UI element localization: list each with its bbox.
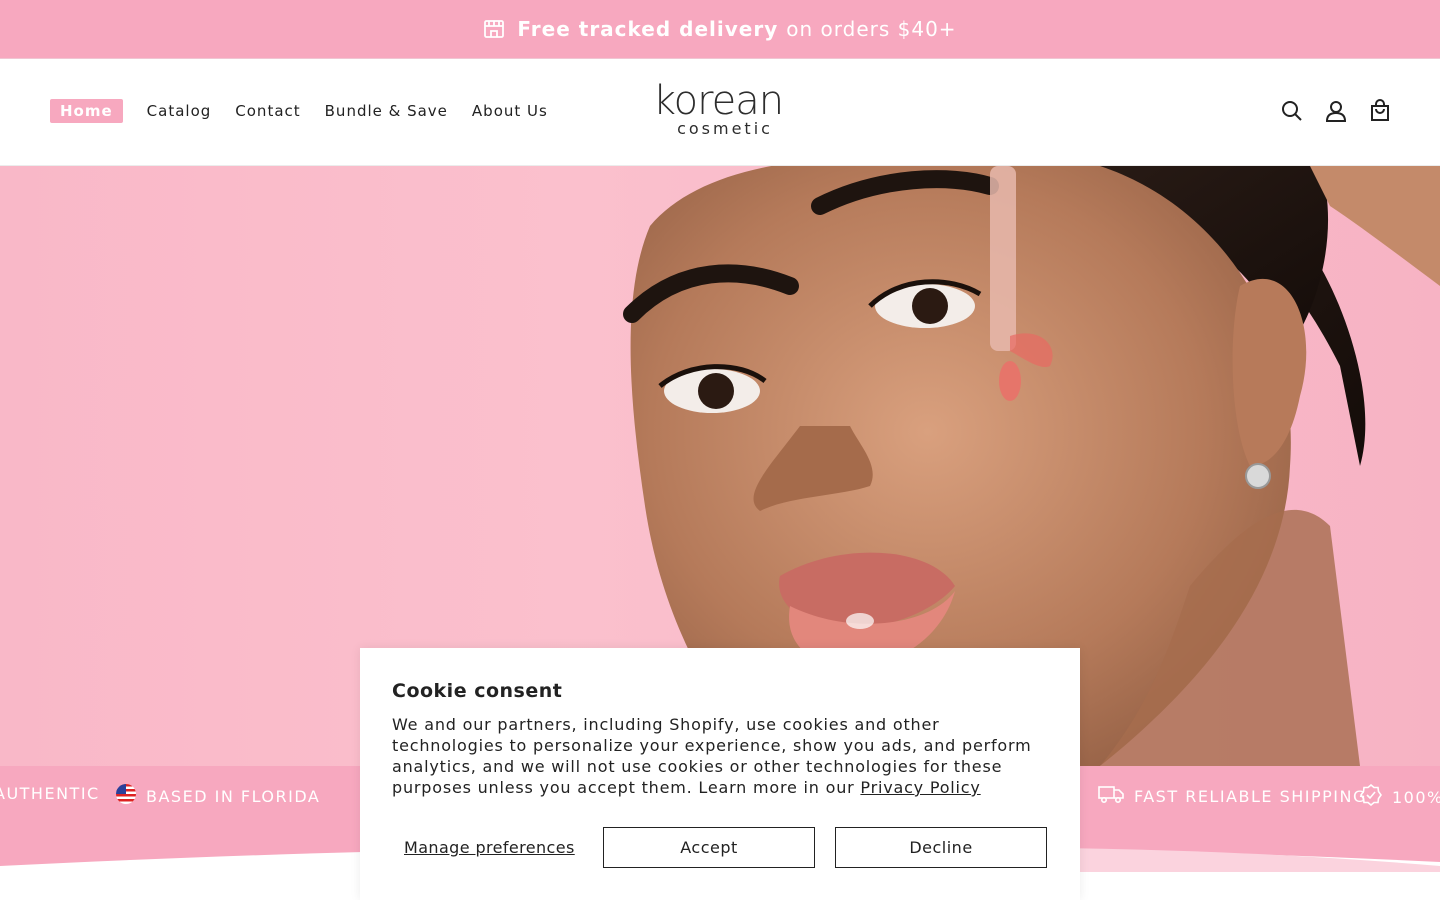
logo-line2: cosmetic (677, 119, 773, 138)
account-icon[interactable] (1324, 99, 1348, 123)
strip-item-authentic: AUTHENTIC (0, 784, 100, 803)
store-icon (483, 18, 505, 40)
cookie-consent-dialog: Cookie consent We and our partners, incl… (360, 648, 1080, 900)
strip-item-label: BASED IN FLORIDA (146, 786, 321, 806)
us-flag-icon (116, 784, 136, 808)
cookie-title: Cookie consent (392, 680, 563, 702)
strip-item-shipping: FAST RELIABLE SHIPPING (1098, 784, 1367, 808)
logo-line1: korean (652, 78, 784, 124)
site-logo[interactable]: korean cosmetic (648, 81, 788, 137)
accept-button[interactable]: Accept (603, 827, 815, 868)
strip-item-florida: BASED IN FLORIDA (116, 784, 320, 808)
main-nav: Home Catalog Contact Bundle & Save About… (50, 99, 572, 123)
announcement-bold: Free tracked delivery (517, 17, 779, 41)
nav-bundle-link[interactable]: Bundle & Save (325, 99, 448, 123)
cart-icon[interactable] (1368, 99, 1392, 123)
nav-contact-link[interactable]: Contact (235, 99, 300, 123)
strip-item-label: FAST RELIABLE SHIPPING (1134, 786, 1367, 806)
header-icons (1260, 99, 1392, 123)
nav-catalog-link[interactable]: Catalog (147, 99, 212, 123)
strip-item-guarantee: 100% A (1360, 783, 1440, 810)
strip-item-label: AUTHENTIC (0, 784, 100, 803)
search-icon[interactable] (1280, 99, 1304, 123)
truck-icon (1098, 784, 1124, 808)
manage-preferences-link[interactable]: Manage preferences (404, 838, 575, 857)
privacy-policy-link[interactable]: Privacy Policy (860, 778, 980, 797)
cookie-actions: Manage preferences Accept Decline (392, 827, 1048, 868)
site-header: Home Catalog Contact Bundle & Save About… (0, 58, 1440, 166)
announcement-text: on orders $40+ (786, 17, 957, 41)
announcement-bar: Free tracked delivery on orders $40+ (0, 0, 1440, 58)
cookie-body: We and our partners, including Shopify, … (392, 714, 1052, 798)
verified-badge-icon (1360, 783, 1382, 810)
decline-button[interactable]: Decline (835, 827, 1047, 868)
strip-item-label: 100% A (1392, 787, 1440, 807)
nav-home-link[interactable]: Home (50, 99, 123, 123)
nav-about-link[interactable]: About Us (472, 99, 548, 123)
